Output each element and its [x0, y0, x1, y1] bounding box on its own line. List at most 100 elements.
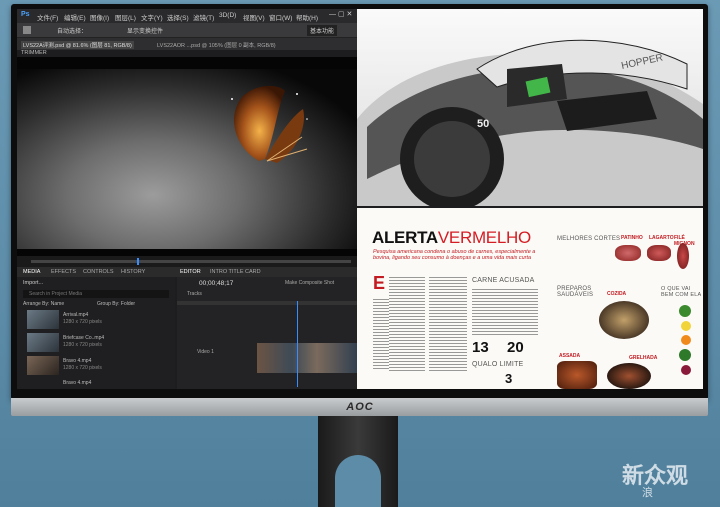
- watermark-text: 新众观: [622, 463, 689, 488]
- media-search-input[interactable]: Search in Project Media: [23, 290, 169, 298]
- composite-button[interactable]: Make Composite Shot: [285, 280, 334, 286]
- butterfly-image: [231, 85, 308, 163]
- tracks-label: Tracks: [187, 291, 202, 297]
- spinach-image: [679, 305, 691, 317]
- list-item[interactable]: Bravo 4.mp4: [21, 378, 171, 388]
- meat-cut-1-image: [615, 245, 641, 261]
- clip-meta: 1280 x 720 pixels: [63, 319, 102, 325]
- clip-name: Briefcase Co..mp4: [63, 335, 105, 341]
- body-column-2: [429, 277, 467, 371]
- menu-help[interactable]: 帮助(H): [296, 12, 318, 22]
- trimmer-label: TRIMMER: [21, 50, 47, 56]
- workspace-select[interactable]: 基本功能: [307, 25, 338, 36]
- title-light: VERMELHO: [437, 228, 531, 247]
- orange-image: [681, 335, 691, 345]
- section-carne-acusada: CARNE ACUSADA: [472, 277, 535, 284]
- menu-edit[interactable]: 编辑(E): [64, 12, 86, 22]
- section-melhores-cortes: MELHORES CORTES: [557, 236, 621, 242]
- editor-panel: 00;00;48;17 Tracks Make Composite Shot V…: [177, 277, 357, 389]
- timecode: 00;00;48;17: [199, 280, 234, 287]
- stat-number-20: 20: [507, 339, 524, 356]
- magazine-title: ALERTAVERMELHO: [372, 228, 531, 248]
- menu-window[interactable]: 窗口(W): [269, 12, 292, 22]
- auto-select-label[interactable]: 自动选择：: [57, 26, 87, 35]
- tab-history[interactable]: HISTORY: [121, 269, 145, 275]
- section-o-que-vai-bem: O QUE VAI BEM COM ELA: [661, 286, 702, 298]
- menu-filter[interactable]: 滤镜(T): [193, 12, 214, 22]
- photoshop-options-bar: 自动选择： 显示变换控件 基本功能: [17, 23, 357, 38]
- photoshop-menubar: Ps 文件(F) 编辑(E) 图像(I) 图层(L) 文字(Y) 选择(S) 滤…: [17, 9, 357, 23]
- doc-tab-1[interactable]: LVS22A评测.psd @ 81.6% (图层 81, RGB/8): [21, 41, 134, 49]
- doc-tab-2[interactable]: LVS22AOR ...psd @ 105% (图层 0 副本, RGB/8): [157, 41, 276, 49]
- body-column-1b: [373, 299, 389, 371]
- cut-label-1: PATINHO: [621, 235, 643, 241]
- stat-number-3: 3: [505, 371, 513, 386]
- tab-intro-title-card[interactable]: INTRO TITLE CARD: [210, 269, 261, 275]
- playhead[interactable]: [137, 258, 139, 265]
- media-panel: Import... Search in Project Media Arrang…: [17, 277, 175, 389]
- clip-name: Bravo 4.mp4: [63, 380, 92, 386]
- body-column-1: [389, 277, 425, 371]
- assada-dish-image: [557, 361, 597, 389]
- section-preparos: PREPAROS SAUDÁVEIS: [557, 286, 594, 298]
- cut-label-2: LAGARTO: [649, 235, 674, 241]
- clip-meta: 1280 x 720 pixels: [63, 342, 102, 348]
- timeline-playhead[interactable]: [297, 301, 298, 387]
- clip-thumbnail: [27, 333, 59, 352]
- clip-thumbnail: [27, 356, 59, 375]
- menu-view[interactable]: 视图(V): [243, 12, 265, 22]
- prep-label-2: ASSADA: [559, 353, 581, 359]
- video-clip-strip[interactable]: [257, 343, 357, 373]
- lemon-image: [681, 321, 691, 331]
- monitor-screen: Ps 文件(F) 编辑(E) 图像(I) 图层(L) 文字(Y) 选择(S) 滤…: [17, 9, 703, 389]
- menu-3d[interactable]: 3D(D): [219, 12, 236, 19]
- tab-controls[interactable]: CONTROLS: [83, 269, 114, 275]
- clip-thumbnail: [27, 310, 59, 329]
- prep-label-1: COZIDA: [607, 291, 627, 297]
- clip-meta: 1280 x 720 pixels: [63, 365, 102, 371]
- title-bold: ALERTA: [372, 228, 438, 247]
- ps-logo: Ps: [21, 11, 30, 18]
- prep-label-3: GRELHADA: [629, 355, 658, 361]
- list-item[interactable]: Briefcase Co..mp4 1280 x 720 pixels: [21, 333, 171, 353]
- window-controls-icon[interactable]: — ▢ ✕: [329, 10, 352, 18]
- document-tabs: LVS22A评测.psd @ 81.6% (图层 81, RGB/8) LVS2…: [17, 38, 357, 50]
- meat-cut-3-image: [677, 243, 689, 269]
- move-tool-icon[interactable]: [23, 26, 31, 34]
- carne-body: [472, 289, 538, 335]
- panel-tabs: MEDIA EFFECTS CONTROLS HISTORY EDITOR IN…: [17, 267, 357, 277]
- brand-logo: AOC: [346, 401, 374, 413]
- section-qual-limite: QUALO LIMITE: [472, 361, 524, 368]
- tab-effects[interactable]: EFFECTS: [51, 269, 76, 275]
- clip-name: Arrival.mp4: [63, 312, 89, 318]
- show-transform-label[interactable]: 显示变换控件: [127, 26, 163, 35]
- broccoli-image: [679, 349, 691, 361]
- video-track-label: Video 1: [197, 349, 214, 355]
- trimmer-scrubber[interactable]: [17, 256, 357, 267]
- stand-cable-cutout: [335, 455, 381, 507]
- arrange-select[interactable]: Arrange By: Name: [23, 301, 64, 307]
- drop-cap: E: [373, 273, 386, 293]
- stat-number-13: 13: [472, 339, 489, 356]
- import-button[interactable]: Import...: [23, 280, 43, 286]
- menu-select[interactable]: 选择(S): [167, 12, 189, 22]
- bike-number-text: 50: [477, 118, 489, 130]
- group-select[interactable]: Group By: Folder: [97, 301, 135, 307]
- list-item[interactable]: Bravo 4.mp4 1280 x 720 pixels: [21, 356, 171, 376]
- menu-type[interactable]: 文字(Y): [141, 12, 163, 22]
- cozida-dish-image: [599, 301, 649, 339]
- menu-layer[interactable]: 图层(L): [115, 12, 136, 22]
- magazine-subtitle: Pesquisa americana condena o abuso de ca…: [373, 249, 536, 261]
- tab-editor[interactable]: EDITOR: [180, 269, 201, 275]
- list-item[interactable]: Arrival.mp4 1280 x 720 pixels: [21, 310, 171, 330]
- grelhada-dish-image: [607, 363, 651, 389]
- beet-image: [681, 365, 691, 375]
- clip-name: Bravo 4.mp4: [63, 358, 92, 364]
- timeline-ruler[interactable]: [177, 301, 357, 305]
- menu-file[interactable]: 文件(F): [37, 12, 58, 22]
- meat-cut-2-image: [647, 245, 671, 261]
- tab-media[interactable]: MEDIA: [23, 269, 40, 275]
- concept-bike-image: HOPPER 50: [357, 9, 703, 211]
- menu-image[interactable]: 图像(I): [90, 12, 109, 22]
- watermark-stacked-text: 浪: [642, 487, 653, 499]
